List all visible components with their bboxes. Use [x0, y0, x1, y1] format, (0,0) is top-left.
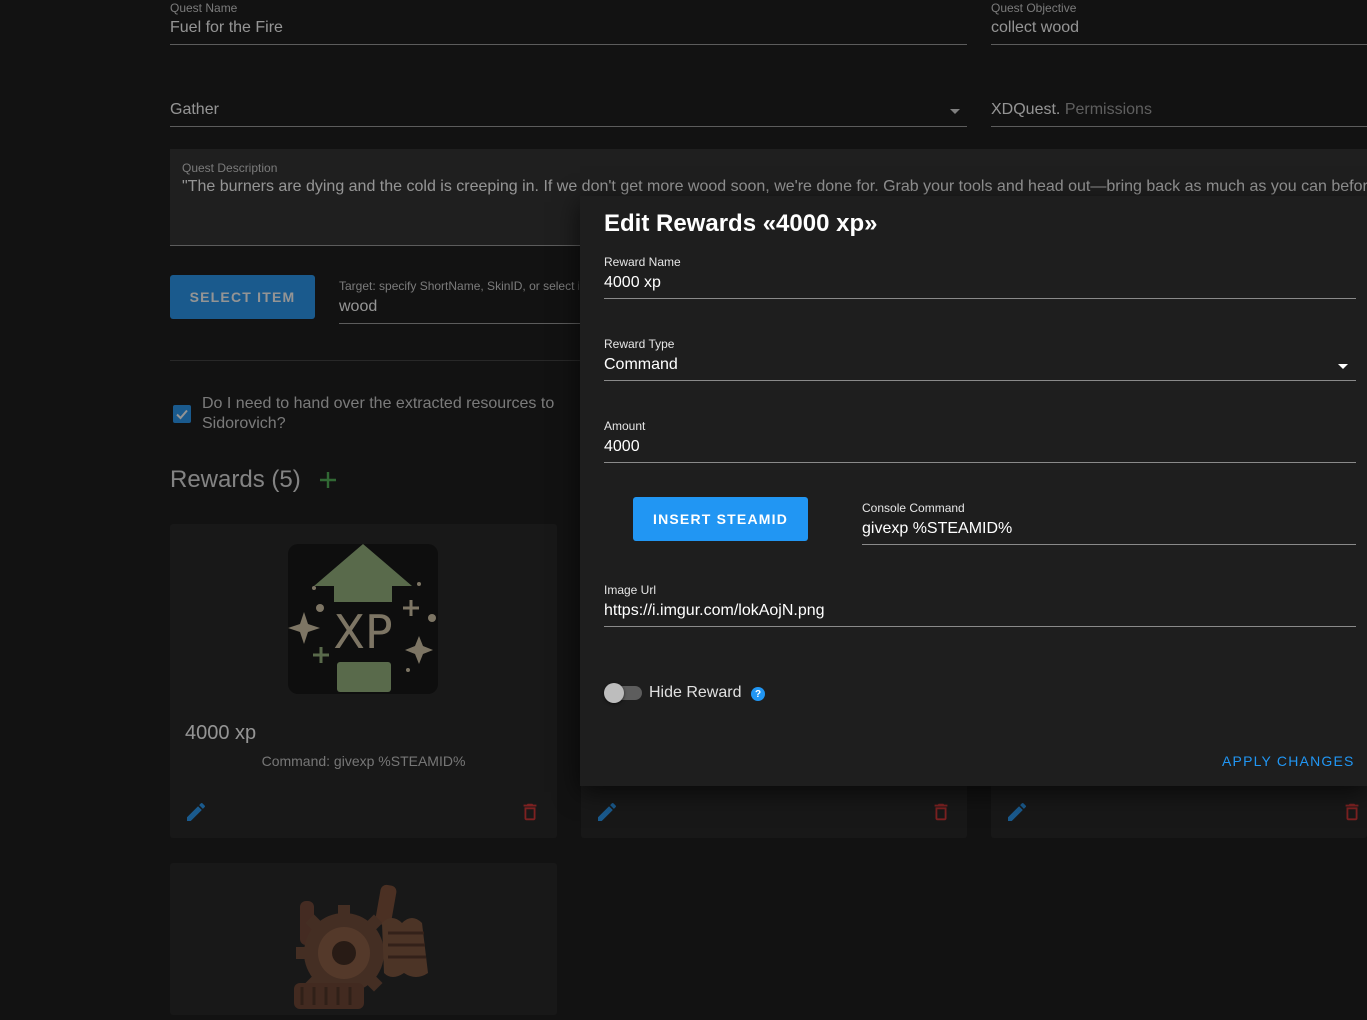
edit-icon[interactable] — [184, 800, 208, 829]
delete-icon[interactable] — [1341, 801, 1363, 828]
rewards-title: Rewards (5) — [170, 466, 301, 493]
console-command-input[interactable]: givexp %STEAMID% — [862, 520, 1352, 538]
reward-type-label: Reward Type — [604, 337, 675, 351]
quest-name-underline — [170, 44, 967, 45]
edit-icon[interactable] — [1005, 800, 1029, 829]
handover-checkbox[interactable] — [173, 405, 191, 423]
image-url-underline — [604, 626, 1356, 627]
target-label: Target: specify ShortName, SkinID, or se… — [339, 279, 579, 293]
plus-icon[interactable] — [318, 470, 338, 495]
reward-type-underline — [604, 380, 1356, 381]
permissions-input[interactable]: XDQuest. Permissions — [991, 101, 1361, 119]
reward-card-title: 4000 xp — [185, 722, 257, 744]
hide-reward-label: Hide Reward — [649, 684, 742, 701]
check-icon — [176, 409, 188, 420]
reward-card: XP 4000 xp Command: givexp %STEAMID% — [170, 524, 557, 838]
permissions-prefix: XDQuest. — [991, 101, 1061, 118]
permissions-placeholder: Permissions — [1064, 101, 1152, 118]
chevron-down-icon[interactable] — [950, 109, 960, 114]
image-url-input[interactable]: https://i.imgur.com/lokAojN.png — [604, 602, 1344, 620]
amount-label: Amount — [604, 419, 646, 433]
amount-underline — [604, 462, 1356, 463]
quest-description-text: "The burners are dying and the cold is c… — [182, 178, 1367, 195]
handover-text-line2: Sidorovich? — [202, 415, 286, 432]
quest-type-select[interactable]: Gather — [170, 101, 870, 119]
section-divider — [170, 360, 580, 361]
reward-name-underline — [604, 298, 1356, 299]
console-command-underline — [862, 544, 1356, 545]
apply-changes-button[interactable]: APPLY CHANGES — [1222, 753, 1355, 769]
edit-icon[interactable] — [595, 800, 619, 829]
handover-text-line1: Do I need to hand over the extracted res… — [202, 395, 555, 412]
reward-card-subtitle: Command: givexp %STEAMID% — [261, 753, 466, 769]
hide-reward-toggle-thumb[interactable] — [604, 683, 624, 703]
help-icon[interactable]: ? — [751, 687, 765, 701]
xp-icon: XP — [288, 544, 438, 694]
reward-name-label: Reward Name — [604, 255, 681, 269]
delete-icon[interactable] — [930, 801, 952, 828]
chevron-down-icon[interactable] — [1338, 364, 1348, 369]
quest-type-underline — [170, 126, 967, 127]
quest-objective-input[interactable]: collect wood — [991, 19, 1361, 37]
gears-scrap-icon — [288, 883, 438, 1015]
target-input[interactable]: wood — [339, 298, 579, 316]
quest-name-label: Quest Name — [170, 1, 238, 15]
reward-type-select[interactable]: Command — [604, 356, 1304, 374]
edit-rewards-dialog: Edit Rewards «4000 xp» Reward Name 4000 … — [580, 196, 1367, 786]
delete-icon[interactable] — [519, 801, 541, 828]
quest-objective-underline — [991, 44, 1367, 45]
image-url-label: Image Url — [604, 583, 657, 597]
reward-card — [170, 863, 557, 1015]
svg-text:XP: XP — [333, 605, 392, 659]
insert-steamid-button[interactable]: INSERT STEAMID — [633, 497, 808, 541]
quest-name-input[interactable]: Fuel for the Fire — [170, 19, 960, 37]
target-underline — [339, 323, 580, 324]
permissions-underline — [991, 126, 1367, 127]
quest-objective-label: Quest Objective — [991, 1, 1077, 15]
quest-description-label: Quest Description — [182, 161, 278, 175]
dialog-title: Edit Rewards «4000 xp» — [604, 210, 878, 237]
console-command-label: Console Command — [862, 501, 965, 515]
select-item-button[interactable]: SELECT ITEM — [170, 275, 315, 319]
amount-input[interactable]: 4000 — [604, 438, 1344, 456]
reward-name-input[interactable]: 4000 xp — [604, 274, 1344, 292]
